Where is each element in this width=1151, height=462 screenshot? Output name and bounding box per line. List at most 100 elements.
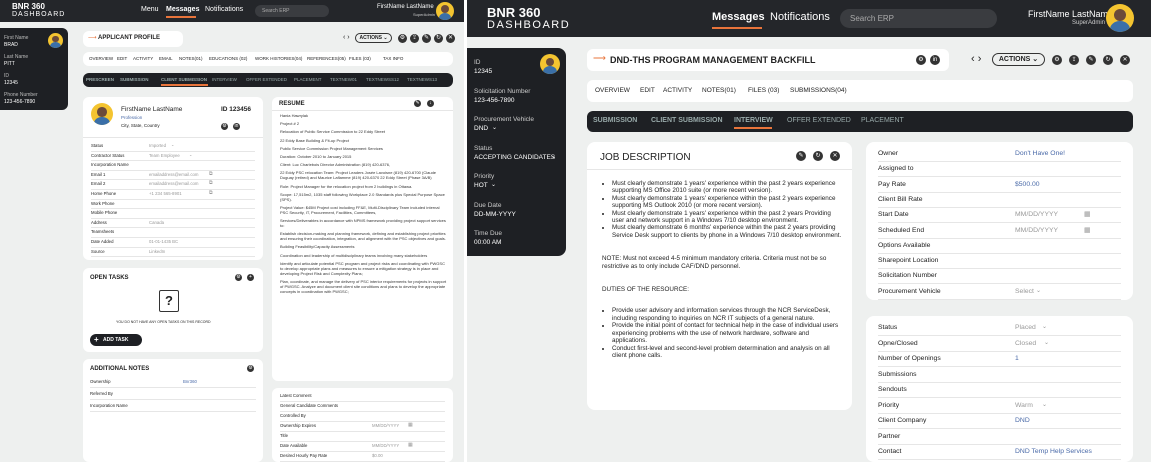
chevron-down-icon[interactable]: ⌄ [1042,401,1047,408]
chevron-down-icon[interactable]: ⌄ [491,181,496,188]
nav-notifications[interactable]: Notifications [205,6,243,13]
chevron-down-icon[interactable]: ⌄ [551,153,556,160]
add-task-button[interactable]: + ADD TASK [90,334,142,346]
logo[interactable]: BNR 360 DASHBOARD [12,2,65,19]
gear-icon[interactable]: ⚙ [398,34,407,43]
field-value[interactable]: Warm [1015,402,1033,409]
field-value[interactable]: MM/DD/YYYY [1015,227,1058,234]
gear-icon[interactable]: ⚙ [916,55,926,65]
tab-offer-extended[interactable]: OFFER EXTENDED [246,77,287,82]
field-value[interactable]: MM/DD/YYYY [372,443,399,448]
note-value[interactable]: Bnr360 [183,379,197,384]
tab-files[interactable]: FILES (03) [748,87,779,94]
field-value[interactable]: Imported [149,143,166,148]
tab-textnews13[interactable]: TEXTNEWS13 [407,77,437,82]
nav-messages[interactable]: Messages [712,11,765,23]
search-input[interactable]: Search ERP [255,5,329,17]
chevron-down-icon[interactable]: ⌄ [492,124,497,131]
field-value[interactable]: Select [1015,288,1034,295]
tab-overview[interactable]: OVERVIEW [89,56,113,61]
close-icon[interactable]: ✕ [1120,55,1130,65]
edit-icon[interactable]: ✎ [422,34,431,43]
tab-placement[interactable]: PLACEMENT [294,77,322,82]
calendar-icon[interactable]: ▦ [408,422,413,428]
download-icon[interactable]: ↓ [427,100,434,107]
field-value[interactable]: $0.00 [372,453,383,458]
field-value[interactable]: +1 234 565-8901 [149,191,182,196]
chevron-down-icon[interactable]: ⌄ [1042,323,1047,330]
tab-client-submission[interactable]: CLIENT SUBMISSION [161,77,207,82]
tab-overview[interactable]: OVERVIEW [595,87,630,94]
actions-dropdown[interactable]: ACTIONS ⌄ [992,53,1045,66]
linkedin-icon[interactable]: in [233,123,240,130]
edit-icon[interactable]: ✎ [414,100,421,107]
tab-files[interactable]: FILES (03) [349,56,371,61]
field-value[interactable]: 1 [1015,355,1019,362]
tab-submissions[interactable]: SUBMISSIONS(04) [790,87,847,94]
tab-edit[interactable]: EDIT [640,87,655,94]
gear-icon[interactable]: ⚙ [221,123,228,130]
field-value[interactable]: Closed [1015,340,1036,347]
field-value[interactable]: emailaddress@email.com [149,181,199,186]
field-value[interactable]: Don't Have One! [1015,150,1065,157]
copy-icon[interactable]: ⧉ [209,171,213,177]
chevron-down-icon[interactable]: ⌄ [1036,287,1041,294]
linkedin-icon[interactable]: in [930,55,940,65]
tab-textnewss12[interactable]: TEXTNEWSS12 [366,77,399,82]
user-avatar[interactable] [436,2,454,20]
calendar-icon[interactable]: ▦ [1084,210,1091,218]
nav-notifications[interactable]: Notifications [770,11,830,23]
copy-icon[interactable]: ⧉ [209,190,213,196]
share-icon[interactable]: ⇪ [410,34,419,43]
tab-activity[interactable]: ACTIVITY [133,56,153,61]
user-avatar[interactable] [1106,4,1134,32]
tab-submission[interactable]: SUBMISSION [120,77,149,82]
tab-placement[interactable]: PLACEMENT [861,117,904,124]
tab-educations[interactable]: EDUCATIONS (02) [209,56,247,61]
field-value[interactable]: MM/DD/YYYY [1015,211,1058,218]
close-icon[interactable]: ✕ [830,151,840,161]
field-value[interactable]: Placed [1015,324,1036,331]
settings-icon[interactable]: ⚙ [235,274,242,281]
tab-prescreen[interactable]: PRESCREEN [86,77,114,82]
settings-icon[interactable]: ⚙ [247,365,254,372]
prev-next-arrows[interactable]: ‹ › [343,34,350,41]
tab-interview[interactable]: INTERVIEW [212,77,237,82]
tab-notes[interactable]: NOTES(01) [179,56,203,61]
field-value[interactable]: Team Employee [149,153,180,158]
field-value[interactable]: DND Temp Help Services [1015,448,1092,455]
refresh-icon[interactable]: ↻ [813,151,823,161]
tab-offer-extended[interactable]: OFFER EXTENDED [787,117,851,124]
calendar-icon[interactable]: ▦ [1084,226,1091,234]
edit-icon[interactable]: ✎ [796,151,806,161]
actions-dropdown[interactable]: ACTIONS ⌄ [355,33,392,43]
search-input[interactable]: Search ERP [840,9,997,28]
tab-edit[interactable]: EDIT [117,56,127,61]
chevron-down-icon[interactable]: ⌄ [1044,339,1049,346]
field-value[interactable]: DND [1015,417,1030,424]
field-value[interactable]: 01-01-1435 BC [149,239,178,244]
tab-textnew01[interactable]: TEXTNEW01 [330,77,357,82]
nav-messages[interactable]: Messages [166,6,199,13]
tab-references[interactable]: REFERENCES(05) [307,56,346,61]
tab-activity[interactable]: ACTIVITY [663,87,692,94]
calendar-icon[interactable]: ▦ [408,442,413,448]
field-value[interactable]: LinkedIn [149,249,165,254]
logo[interactable]: BNR 360 DASHBOARD [487,6,570,31]
edit-icon[interactable]: ✎ [1086,55,1096,65]
tab-client-submission[interactable]: CLIENT SUBMISSION [651,117,723,124]
refresh-icon[interactable]: ↻ [434,34,443,43]
tab-notes[interactable]: NOTES(01) [702,87,736,94]
add-icon[interactable]: + [247,274,254,281]
tab-interview[interactable]: INTERVIEW [734,117,773,124]
prev-next-arrows[interactable]: ‹ › [971,53,981,65]
nav-menu[interactable]: Menu [141,6,159,13]
close-icon[interactable]: ✕ [446,34,455,43]
gear-icon[interactable]: ⚙ [1052,55,1062,65]
field-value[interactable]: MM/DD/YYYY [372,423,399,428]
refresh-icon[interactable]: ↻ [1103,55,1113,65]
tab-work-histories[interactable]: WORK HISTORIES(04) [255,56,302,61]
field-value[interactable]: Canada [149,220,164,225]
field-value[interactable]: emailaddress@email.com [149,172,199,177]
tab-submission[interactable]: SUBMISSION [593,117,637,124]
